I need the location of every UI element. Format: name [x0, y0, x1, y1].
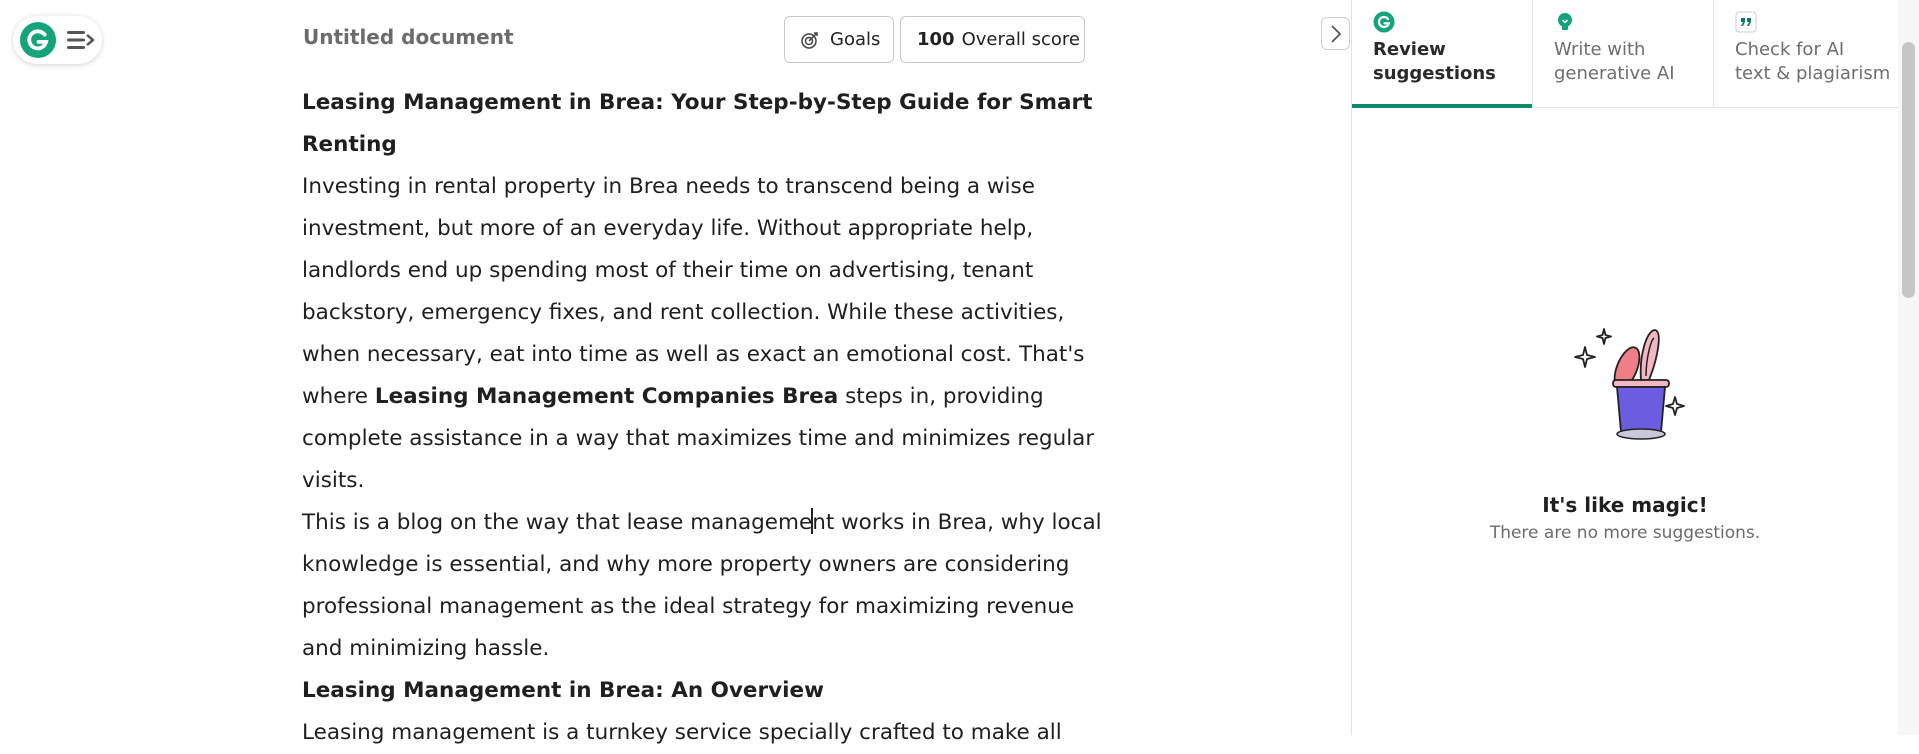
paragraph-1-text-a: Investing in rental property in Brea nee… [302, 174, 1085, 409]
panel-scrollbar[interactable] [1898, 0, 1919, 735]
doc-paragraph-2: This is a blog on the way that lease man… [302, 502, 1102, 670]
suggestions-panel: Review suggestions Write with generative A… [1351, 0, 1898, 735]
tab-label-line-2: generative AI [1554, 63, 1675, 84]
empty-state-subtitle: There are no more suggestions. [1489, 523, 1761, 543]
tab-label: Review suggestions [1373, 38, 1532, 86]
doc-paragraph-3: Leasing management is a turnkey service … [302, 720, 1062, 745]
menu-icon[interactable] [65, 27, 97, 53]
overall-score-button[interactable]: 100 Overall score [900, 16, 1085, 63]
tab-write-with-ai[interactable]: Write with generative AI [1533, 0, 1714, 107]
chevron-right-icon [1330, 24, 1341, 43]
panel-tabs: Review suggestions Write with generative A… [1352, 0, 1898, 108]
score-value: 100 [917, 29, 955, 50]
target-icon [801, 31, 818, 49]
tab-label: Check for AI text & plagiarism [1735, 38, 1897, 86]
doc-heading-1: Leasing Management in Brea: Your Step-by… [302, 90, 1093, 157]
tab-label: Write with generative AI [1554, 38, 1713, 86]
collapse-panel-button[interactable] [1321, 17, 1350, 50]
tab-label-line-1: Review [1373, 39, 1446, 60]
tab-check-ai-plagiarism[interactable]: Check for AI text & plagiarism [1714, 0, 1897, 107]
app-menu-pill[interactable] [13, 16, 102, 64]
document-editor[interactable]: Leasing Management in Brea: Your Step-by… [302, 82, 1102, 754]
document-title[interactable]: Untitled document [303, 25, 514, 49]
quote-icon [1735, 11, 1757, 33]
goals-label: Goals [830, 29, 881, 50]
empty-state-title: It's like magic! [1542, 493, 1708, 517]
tab-label-line-2: suggestions [1373, 63, 1496, 84]
paragraph-1-bold-text: Leasing Management Companies Brea [374, 384, 839, 409]
doc-paragraph-1: Investing in rental property in Brea nee… [302, 166, 1102, 502]
tab-label-line-1: Check for AI [1735, 39, 1845, 60]
goals-button[interactable]: Goals [784, 16, 894, 63]
paragraph-2-text-a: This is a blog on the way that lease man… [302, 510, 813, 535]
scrollbar-thumb[interactable] [1902, 42, 1915, 298]
magic-hat-illustration [1574, 328, 1685, 440]
score-label: Overall score [961, 29, 1080, 50]
empty-state: It's like magic! There are no more sugge… [1352, 310, 1898, 543]
grammarly-logo-icon [1373, 11, 1395, 33]
tab-label-line-1: Write with [1554, 39, 1646, 60]
grammarly-logo-icon[interactable] [19, 21, 57, 59]
doc-heading-2: Leasing Management in Brea: An Overview [302, 678, 824, 703]
tab-label-line-2: text & plagiarism [1735, 63, 1891, 84]
lightbulb-icon [1558, 13, 1572, 30]
tab-review-suggestions[interactable]: Review suggestions [1352, 0, 1533, 108]
